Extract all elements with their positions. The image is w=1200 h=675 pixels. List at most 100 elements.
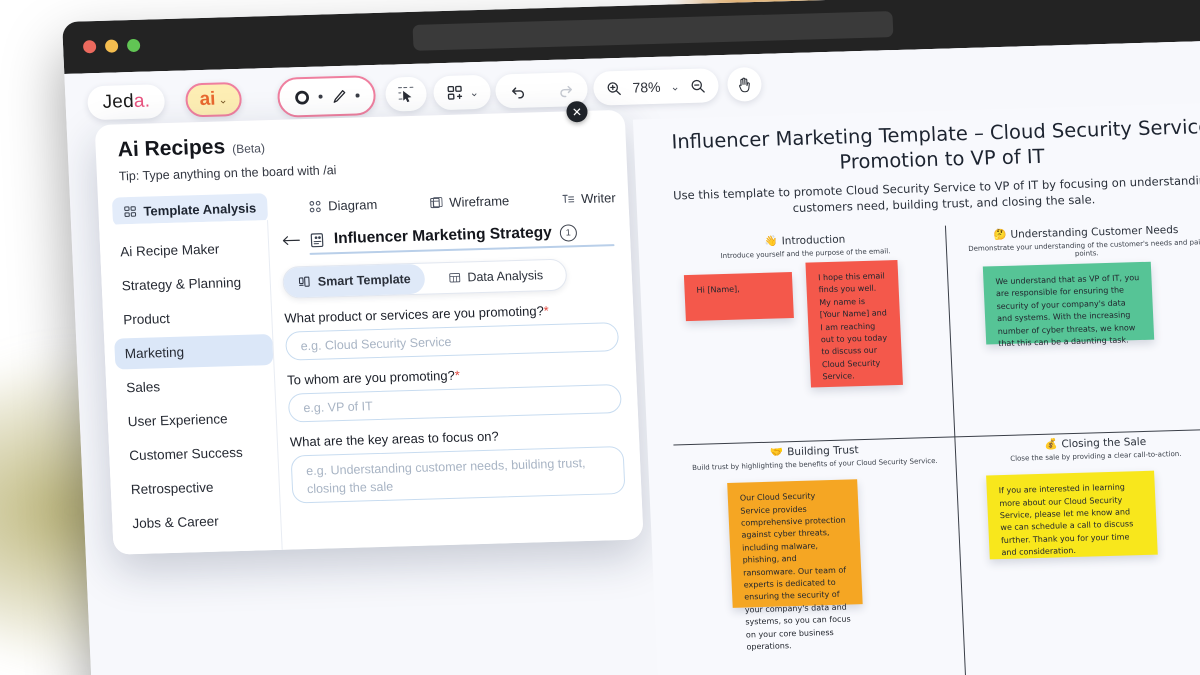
shape-options-dot[interactable] (318, 94, 323, 99)
required-marker: * (454, 367, 461, 383)
handshake-emoji-icon: 🤝 (769, 446, 784, 460)
zoom-in-icon[interactable] (605, 79, 623, 96)
address-bar[interactable] (412, 11, 894, 51)
chevron-down-icon: ⌄ (218, 93, 228, 107)
smart-template-icon (298, 275, 313, 289)
pen-options-dot[interactable] (355, 93, 360, 98)
quadrant-closing-the-sale: 💰 Closing the Sale Close the sale by pro… (954, 429, 1200, 560)
ai-recipes-panel: Ai Recipes (Beta) Tip: Type anything on … (94, 109, 644, 555)
draw-tools-group[interactable] (276, 75, 377, 118)
cursor-select-icon (396, 84, 416, 104)
segment-label: Data Analysis (467, 268, 544, 285)
key-areas-textarea[interactable]: e.g. Understanding customer needs, build… (290, 445, 626, 504)
field-label: What are the key areas to focus on? (289, 428, 500, 450)
canvas-board[interactable]: Influencer Marketing Template – Cloud Se… (632, 101, 1200, 675)
required-marker: * (543, 303, 550, 319)
field-label: What product or services are you promoti… (284, 301, 618, 326)
close-window-icon[interactable] (82, 40, 97, 54)
data-analysis-icon (447, 271, 462, 285)
sidebar-item-ai-recipe-maker[interactable]: Ai Recipe Maker (110, 232, 269, 268)
segment-smart-template[interactable]: Smart Template (283, 263, 426, 298)
sidebar-item-sales[interactable]: Sales (116, 368, 275, 404)
logo-text: Jed (102, 90, 135, 113)
thinking-emoji-icon: 🤔 (993, 228, 1007, 242)
quadrant-heading-text: Building Trust (786, 443, 859, 459)
template-analysis-icon (123, 204, 138, 218)
wave-emoji-icon: 👋 (764, 235, 778, 248)
tab-label: Diagram (327, 196, 378, 214)
quadrant-introduction: 👋 Introduction Introduce yourself and th… (664, 226, 946, 388)
field-label: To whom are you promoting?* (287, 363, 621, 388)
tab-label: Writer (580, 190, 616, 207)
sidebar-item-product[interactable]: Product (113, 300, 272, 336)
segment-data-analysis[interactable]: Data Analysis (424, 260, 566, 294)
chevron-down-icon[interactable]: ⌄ (670, 80, 680, 93)
recipe-icon (309, 231, 327, 248)
tab-label: Wireframe (448, 193, 510, 210)
money-emoji-icon: 💰 (1044, 438, 1058, 452)
zoom-controls[interactable]: 78% ⌄ (592, 68, 720, 106)
logo-accent: a. (133, 90, 151, 112)
zoom-out-icon[interactable] (689, 77, 707, 94)
chevron-down-icon: ⌄ (469, 86, 480, 99)
recipe-form: Influencer Marketing Strategy 1 Smart Te… (267, 209, 644, 550)
zoom-level-value[interactable]: 78% (632, 79, 661, 96)
hand-tool-button[interactable] (726, 66, 763, 102)
select-tool-button[interactable] (384, 76, 428, 112)
app-body: Jed a. ai ⌄ ⌄ 78% ⌄ ✕ Ai Recipes (Beta) … (64, 39, 1200, 675)
circle-shape-icon[interactable] (293, 88, 311, 105)
frame-tool-button[interactable]: ⌄ (432, 74, 492, 111)
board-subtitle: Use this template to promote Cloud Secur… (672, 172, 1200, 216)
field-label-text: To whom are you promoting? (286, 367, 456, 388)
board-grid: 👋 Introduction Introduce yourself and th… (664, 218, 1200, 675)
sticky-note[interactable]: I hope this email finds you well. My nam… (805, 260, 903, 388)
sidebar-item-strategy-planning[interactable]: Strategy & Planning (111, 266, 270, 302)
page-title: Ai Recipes (117, 135, 226, 162)
board-title: Influencer Marketing Template – Cloud Se… (671, 114, 1200, 174)
panel-sidebar: Ai Recipe Maker Strategy & Planning Prod… (99, 220, 282, 555)
product-service-input[interactable]: e.g. Cloud Security Service (284, 322, 620, 361)
diagram-icon (308, 199, 323, 213)
quadrant-heading-text: Understanding Customer Needs (1010, 223, 1179, 241)
field-audience: To whom are you promoting?* e.g. VP of I… (287, 363, 622, 423)
sticky-note[interactable]: Our Cloud Security Service provides comp… (727, 479, 863, 651)
minimize-window-icon[interactable] (104, 39, 119, 53)
sticky-note[interactable]: If you are interested in learning more a… (986, 470, 1158, 560)
writer-icon (561, 192, 576, 206)
panel-main: Ai Recipe Maker Strategy & Planning Prod… (99, 209, 644, 555)
hand-icon (735, 75, 754, 94)
frame-icon (445, 83, 465, 103)
credit-badge: 1 (559, 223, 578, 242)
browser-window: Jed a. ai ⌄ ⌄ 78% ⌄ ✕ Ai Recipes (Beta) … (62, 0, 1200, 675)
ai-menu-button[interactable]: ai ⌄ (184, 81, 243, 118)
quadrant-heading-text: Introduction (781, 233, 846, 247)
ai-label: ai (199, 88, 216, 111)
quadrant-understanding-customer-needs: 🤔 Understanding Customer Needs Demonstra… (945, 218, 1200, 349)
form-mode-segmented[interactable]: Smart Template Data Analysis (282, 258, 568, 299)
back-arrow-icon[interactable] (281, 233, 302, 248)
jeda-logo[interactable]: Jed a. (86, 84, 166, 121)
sidebar-item-jobs-career[interactable]: Jobs & Career (122, 504, 281, 540)
field-product-service: What product or services are you promoti… (284, 301, 620, 361)
tab-label: Template Analysis (143, 200, 257, 219)
sticky-note[interactable]: We understand that as VP of IT, you are … (982, 261, 1155, 348)
traffic-lights[interactable] (82, 38, 141, 54)
sidebar-item-customer-success[interactable]: Customer Success (119, 436, 278, 472)
sidebar-item-marketing[interactable]: Marketing (114, 334, 274, 370)
quadrant-subheading: Demonstrate your understanding of the cu… (968, 238, 1200, 258)
sidebar-item-retrospective[interactable]: Retrospective (120, 470, 279, 506)
pen-icon[interactable] (330, 87, 348, 104)
field-key-areas: What are the key areas to focus on? e.g.… (290, 425, 626, 504)
sticky-note[interactable]: Hi [Name], (683, 272, 794, 322)
wireframe-icon (429, 196, 444, 210)
sidebar-item-user-experience[interactable]: User Experience (117, 402, 276, 438)
quadrant-heading-text: Closing the Sale (1061, 435, 1147, 451)
beta-badge: (Beta) (231, 141, 266, 157)
audience-input[interactable]: e.g. VP of IT (287, 384, 622, 423)
quadrant-building-trust: 🤝 Building Trust Build trust by highligh… (673, 437, 955, 651)
undo-icon[interactable] (501, 75, 536, 106)
segment-label: Smart Template (317, 272, 412, 289)
maximize-window-icon[interactable] (126, 38, 141, 53)
field-label-text: What product or services are you promoti… (284, 303, 545, 326)
form-title: Influencer Marketing Strategy (333, 223, 553, 248)
